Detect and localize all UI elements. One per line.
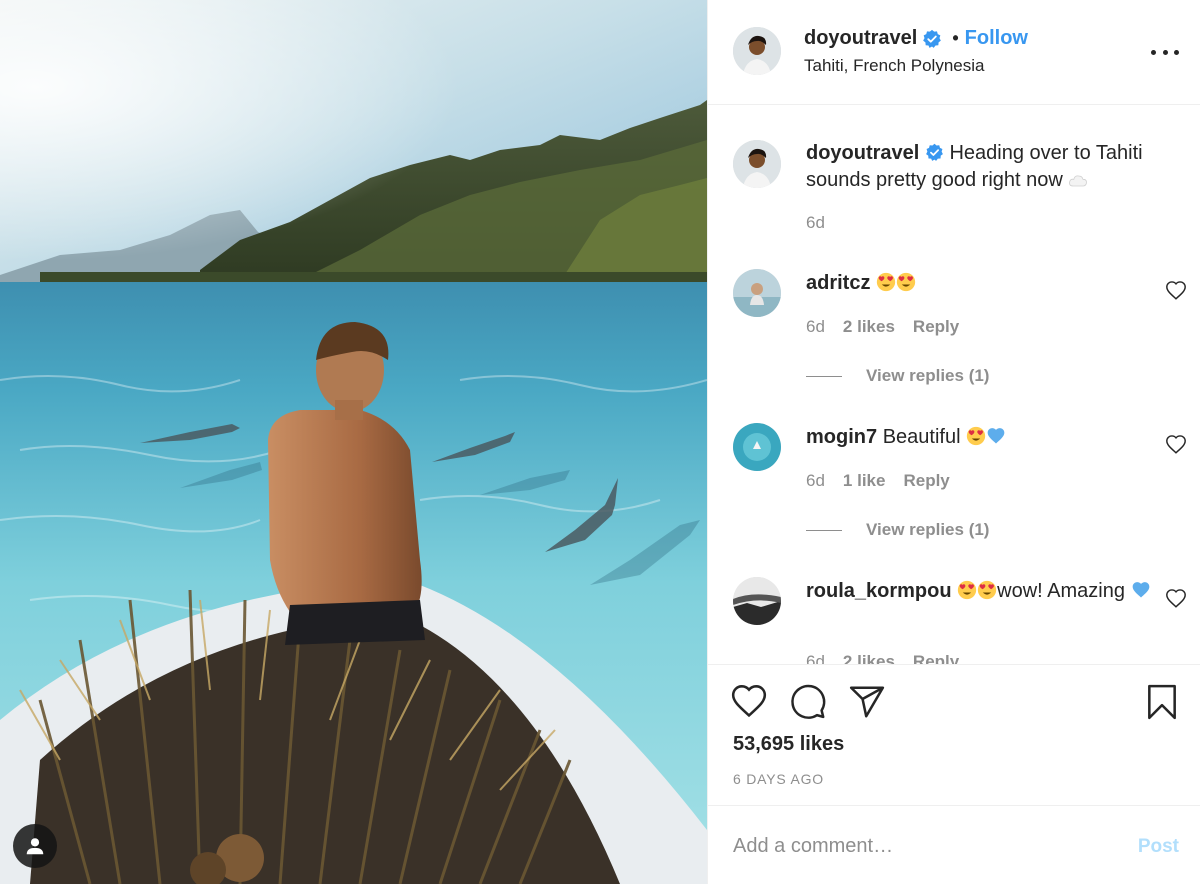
view-replies-button[interactable]: View replies (1) [806,520,989,540]
comment-username[interactable]: roula_kormpou [806,580,952,602]
comment-time: 6d [806,652,825,664]
post-photo[interactable] [0,0,707,884]
commenter-avatar-image [733,269,781,317]
comment-likes[interactable]: 1 like [843,471,886,491]
comment-text: mogin7 Beautiful [806,424,1151,451]
verified-badge-icon [923,29,942,48]
comment-icon[interactable] [789,683,827,721]
like-comment-heart-icon[interactable] [1165,280,1187,302]
more-options-icon[interactable] [1151,40,1179,64]
commenter-avatar[interactable] [733,269,781,317]
comments-list[interactable]: doyoutravel Heading over to Tahiti sound… [708,106,1200,664]
view-replies-label: View replies (1) [866,520,990,539]
heart-eyes-emoji-icon [977,580,997,600]
replies-divider [806,529,842,531]
share-icon[interactable] [848,683,886,721]
post-header: doyoutravel • Follow Tahiti, French Poly… [708,0,1200,105]
reply-button[interactable]: Reply [903,471,949,491]
author-avatar[interactable] [733,27,781,75]
comment-likes[interactable]: 2 likes [843,652,895,664]
caption-author-avatar[interactable] [733,140,781,188]
cloud-emoji-icon [1069,175,1088,187]
reply-button[interactable]: Reply [913,652,959,664]
bookmark-icon[interactable] [1143,683,1181,721]
user-tag-button[interactable] [13,824,57,868]
heart-eyes-emoji-icon [896,272,916,292]
comment-body: Beautiful [882,426,961,448]
author-username[interactable]: doyoutravel [804,27,917,50]
caption-text: doyoutravel Heading over to Tahiti sound… [806,140,1151,194]
blue-heart-emoji-icon [1132,582,1149,598]
like-comment-heart-icon[interactable] [1165,434,1187,456]
post-actions: 53,695 likes 6 DAYS AGO [708,664,1200,804]
post-location[interactable]: Tahiti, French Polynesia [804,56,984,76]
caption-meta: 6d [806,213,825,233]
comment-meta: 6d 1 like Reply [806,471,950,491]
reply-button[interactable]: Reply [913,317,959,337]
commenter-avatar-image [733,423,781,471]
more-dot [1151,49,1156,55]
comment-meta: 6d 2 likes Reply [806,652,959,664]
replies-divider [806,375,842,377]
commenter-avatar[interactable] [733,577,781,625]
comment-username[interactable]: adritcz [806,272,870,294]
follow-button[interactable]: Follow [965,27,1028,50]
post-timestamp: 6 DAYS AGO [733,771,824,787]
caption-username[interactable]: doyoutravel [806,142,919,164]
post-detail-panel: doyoutravel • Follow Tahiti, French Poly… [707,0,1200,884]
tahiti-photo-illustration [0,0,707,884]
more-dot [1162,49,1168,55]
comment-time: 6d [806,471,825,490]
verified-badge-icon [926,143,943,161]
commenter-avatar[interactable] [733,423,781,471]
caption-time: 6d [806,213,825,232]
add-comment-bar: Post [708,805,1200,884]
comment-likes[interactable]: 2 likes [843,317,895,337]
separator-dot: • [952,28,959,48]
heart-eyes-emoji-icon [876,272,896,292]
comment-time: 6d [806,317,825,336]
author-row: doyoutravel • Follow [804,27,1028,50]
blue-heart-emoji-icon [987,428,1005,444]
author-avatar-image [733,27,781,75]
user-tag-icon [26,838,44,855]
heart-eyes-emoji-icon [966,426,986,446]
like-comment-heart-icon[interactable] [1165,588,1187,610]
comment-text: roula_kormpou wow! Amazing [806,578,1151,605]
comment-input[interactable] [733,830,1113,862]
heart-icon[interactable] [730,683,768,721]
view-replies-button[interactable]: View replies (1) [806,366,989,386]
more-dot [1174,49,1179,55]
comment-body: wow! Amazing [997,580,1125,602]
post-comment-button[interactable]: Post [1138,836,1179,858]
heart-eyes-emoji-icon [957,580,977,600]
comment-text: adritcz [806,270,1151,297]
likes-count[interactable]: 53,695 likes [733,733,844,756]
view-replies-label: View replies (1) [866,366,990,385]
commenter-avatar-image [733,577,781,625]
comment-username[interactable]: mogin7 [806,426,877,448]
caption-avatar-image [733,140,781,188]
comment-meta: 6d 2 likes Reply [806,317,959,337]
